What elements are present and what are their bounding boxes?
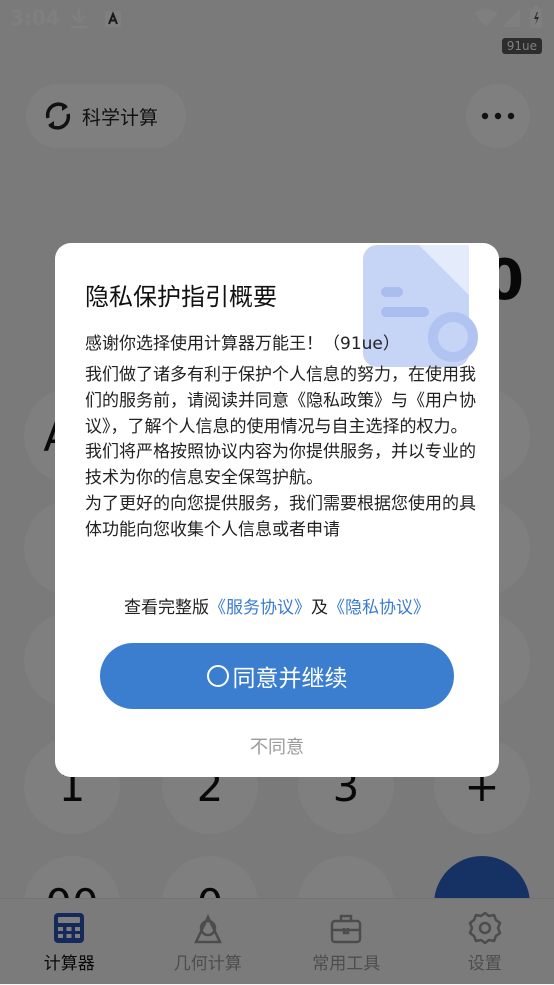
dialog-title: 隐私保护指引概要 — [85, 277, 277, 312]
links-prefix: 查看完整版 — [124, 598, 209, 618]
disagree-button[interactable]: 不同意 — [55, 733, 499, 759]
privacy-dialog: 隐私保护指引概要 感谢你选择使用计算器万能王！（91ue） 我们做了诸多有利于保… — [55, 243, 499, 777]
body-paragraph: 为了更好的向您提供服务，我们需要根据您使用的具体功能向您收集个人信息或者申请 — [85, 492, 477, 544]
agree-label: 同意并继续 — [233, 659, 348, 693]
dialog-welcome: 感谢你选择使用计算器万能王！（91ue） — [85, 329, 400, 354]
agreement-links: 查看完整版《服务协议》及《隐私协议》 — [55, 593, 499, 618]
dialog-body[interactable]: 我们做了诸多有利于保护个人信息的努力，在使用我们的服务前，请阅读并同意《隐私政策… — [85, 363, 477, 569]
agree-continue-button[interactable]: 同意并继续 — [100, 643, 454, 709]
body-paragraph: 我们将严格按照协议内容为你提供服务，并以专业的技术为你的信息安全保驾护航。 — [85, 440, 477, 492]
body-paragraph: 我们做了诸多有利于保护个人信息的努力，在使用我们的服务前，请阅读并同意《隐私政策… — [85, 363, 477, 440]
service-agreement-link[interactable]: 《服务协议》 — [209, 598, 311, 618]
radio-circle-icon — [207, 665, 229, 687]
links-and: 及 — [311, 598, 328, 618]
privacy-agreement-link[interactable]: 《隐私协议》 — [328, 598, 430, 618]
